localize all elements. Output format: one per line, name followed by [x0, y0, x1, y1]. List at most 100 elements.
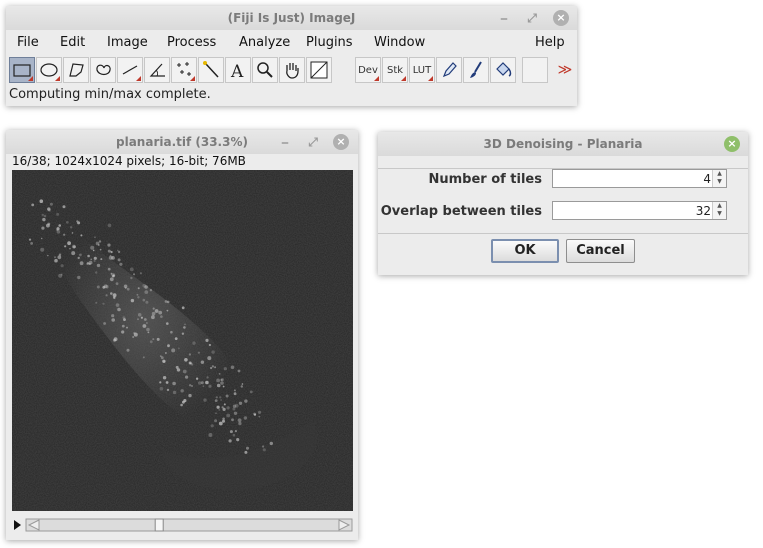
- color-picker-tool[interactable]: [306, 57, 332, 83]
- cell-speckle: [54, 256, 56, 258]
- cell-speckle: [77, 256, 80, 260]
- cell-speckle: [208, 384, 212, 388]
- cell-speckle: [80, 234, 83, 237]
- cell-speckle: [262, 448, 266, 452]
- maximize-icon[interactable]: ⤢: [305, 134, 321, 150]
- cell-speckle: [220, 378, 223, 382]
- wand-icon: [203, 61, 219, 78]
- rectangle-tool[interactable]: [9, 57, 35, 83]
- cell-speckle: [57, 255, 62, 260]
- multipoint-tool[interactable]: [171, 57, 197, 83]
- cell-speckle: [126, 326, 128, 329]
- cell-speckle: [137, 318, 139, 321]
- cell-speckle: [231, 418, 234, 422]
- cell-speckle: [219, 396, 222, 399]
- cell-speckle: [200, 360, 205, 364]
- cell-speckle: [136, 293, 139, 296]
- cancel-button[interactable]: Cancel: [566, 239, 635, 263]
- hand-tool[interactable]: [279, 57, 305, 83]
- more-tools-button[interactable]: ≫: [552, 57, 578, 83]
- pencil-tool[interactable]: [436, 57, 462, 83]
- brush-tool[interactable]: [463, 57, 489, 83]
- ok-button[interactable]: OK: [491, 239, 559, 263]
- tiles-spinner[interactable]: ▲ ▼: [712, 170, 726, 187]
- cell-speckle: [166, 309, 169, 312]
- menu-plugins[interactable]: Plugins: [306, 35, 353, 50]
- cell-speckle: [222, 385, 225, 388]
- overlap-spinner[interactable]: ▲ ▼: [712, 202, 726, 219]
- cell-speckle: [162, 376, 167, 380]
- cell-speckle: [30, 242, 33, 245]
- cell-speckle: [149, 340, 153, 344]
- angle-tool[interactable]: [144, 57, 170, 83]
- cell-speckle: [143, 318, 147, 321]
- cell-speckle: [137, 296, 140, 299]
- cell-speckle: [165, 381, 169, 384]
- cell-speckle: [198, 381, 202, 385]
- cell-speckle: [96, 263, 101, 268]
- menu-image[interactable]: Image: [107, 35, 148, 50]
- cell-speckle: [236, 438, 240, 442]
- menu-analyze[interactable]: Analyze: [239, 35, 290, 50]
- lut-menu-tool[interactable]: LUT: [409, 57, 435, 83]
- menu-edit[interactable]: Edit: [60, 35, 85, 50]
- cell-speckle: [234, 430, 237, 433]
- minimize-icon[interactable]: ⎯: [277, 134, 293, 150]
- overlap-field[interactable]: ▲▼: [552, 201, 727, 220]
- cell-speckle: [102, 302, 105, 305]
- polygon-tool[interactable]: [63, 57, 89, 83]
- wand-tool[interactable]: [198, 57, 224, 83]
- cell-speckle: [133, 332, 138, 337]
- cell-speckle: [232, 433, 236, 437]
- cell-speckle: [111, 314, 115, 318]
- image-canvas[interactable]: [12, 170, 353, 511]
- overlap-input[interactable]: [553, 202, 713, 219]
- empty-tool-slot[interactable]: [522, 57, 548, 83]
- minimize-icon[interactable]: ⎯: [496, 10, 512, 26]
- image-titlebar[interactable]: planaria.tif (33.3%) ⎯ ⤢ ×: [6, 130, 358, 154]
- cell-speckle: [132, 336, 135, 338]
- close-icon[interactable]: ×: [333, 134, 349, 150]
- cell-speckle: [183, 326, 186, 329]
- cell-speckle: [232, 404, 237, 408]
- menu-help[interactable]: Help: [535, 35, 565, 50]
- dialog-titlebar[interactable]: 3D Denoising - Planaria ×: [378, 132, 748, 156]
- cell-speckle: [170, 330, 173, 334]
- cell-speckle: [64, 245, 67, 248]
- imagej-titlebar[interactable]: (Fiji Is Just) ImageJ ⎯ ⤢ ×: [6, 6, 577, 30]
- freehand-tool[interactable]: [90, 57, 116, 83]
- cell-speckle: [269, 441, 273, 446]
- cell-speckle: [98, 240, 102, 243]
- developer-menu-tool[interactable]: Dev: [355, 57, 381, 83]
- stack-menu-tool[interactable]: Stk: [382, 57, 408, 83]
- menu-process[interactable]: Process: [167, 35, 216, 50]
- number-of-tiles-field[interactable]: ▲▼: [552, 169, 727, 188]
- cell-speckle: [62, 205, 66, 209]
- toolbar: A Dev Stk LUT ≫: [6, 57, 577, 86]
- cell-speckle: [220, 399, 222, 401]
- cell-speckle: [79, 261, 84, 266]
- oval-tool[interactable]: [36, 57, 62, 83]
- cell-speckle: [112, 274, 115, 278]
- close-icon[interactable]: ×: [553, 10, 569, 26]
- cell-speckle: [112, 293, 117, 298]
- zoom-tool[interactable]: [252, 57, 278, 83]
- line-tool[interactable]: [117, 57, 143, 83]
- cell-speckle: [154, 309, 159, 313]
- maximize-icon[interactable]: ⤢: [524, 10, 540, 26]
- cell-speckle: [211, 365, 214, 368]
- text-tool[interactable]: A: [225, 57, 251, 83]
- cell-speckle: [56, 229, 58, 232]
- menu-file[interactable]: File: [17, 35, 39, 50]
- flood-fill-tool[interactable]: [490, 57, 516, 83]
- dev-label: Dev: [358, 65, 378, 76]
- menu-window[interactable]: Window: [374, 35, 425, 50]
- cell-speckle: [222, 419, 225, 423]
- slice-scrollbar[interactable]: [12, 517, 353, 532]
- cell-speckle: [210, 366, 213, 370]
- cell-speckle: [92, 249, 95, 252]
- number-of-tiles-input[interactable]: [553, 170, 713, 187]
- close-icon[interactable]: ×: [724, 136, 740, 152]
- cell-speckle: [137, 287, 140, 290]
- cell-speckle: [41, 213, 44, 217]
